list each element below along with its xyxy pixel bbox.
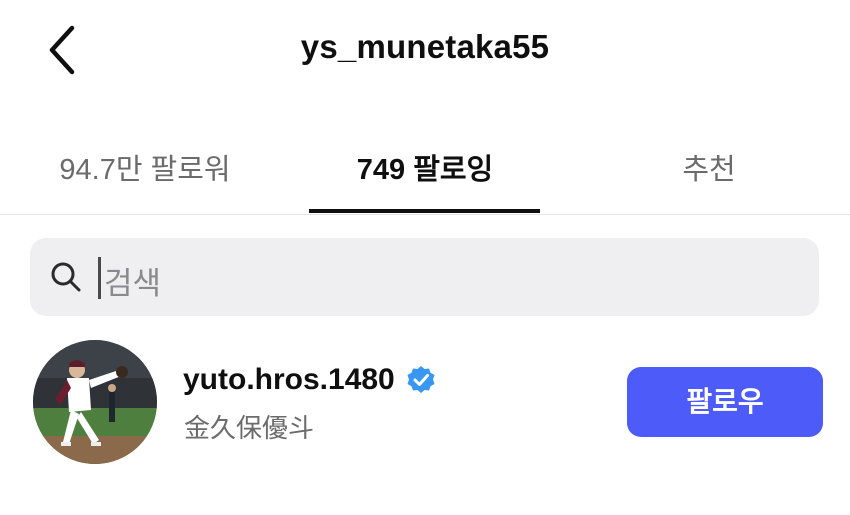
- tab-followers[interactable]: 94.7만 팔로워: [30, 146, 260, 188]
- follow-tabs: 94.7만 팔로워 749 팔로잉 추천: [0, 130, 850, 215]
- username: yuto.hros.1480: [183, 363, 395, 396]
- tab-suggested[interactable]: 추천: [594, 146, 824, 188]
- verified-badge-icon: [407, 366, 435, 393]
- follow-button[interactable]: 팔로우: [627, 367, 823, 437]
- full-name: 金久保優斗: [184, 414, 315, 444]
- tab-following[interactable]: 749 팔로잉: [310, 146, 540, 188]
- username-link[interactable]: yuto.hros.1480: [183, 363, 437, 403]
- search-placeholder: 검색: [104, 266, 162, 301]
- top-bar: ys_munetaka55: [0, 0, 850, 100]
- search-input[interactable]: 검색: [30, 238, 819, 316]
- list-item[interactable]: yuto.hros.1480 金久保優斗 팔로우: [0, 338, 850, 468]
- search-icon: [51, 262, 81, 292]
- text-cursor: [98, 257, 101, 299]
- active-tab-indicator: [309, 209, 540, 213]
- page-title: ys_munetaka55: [300, 28, 550, 65]
- avatar[interactable]: [33, 340, 157, 464]
